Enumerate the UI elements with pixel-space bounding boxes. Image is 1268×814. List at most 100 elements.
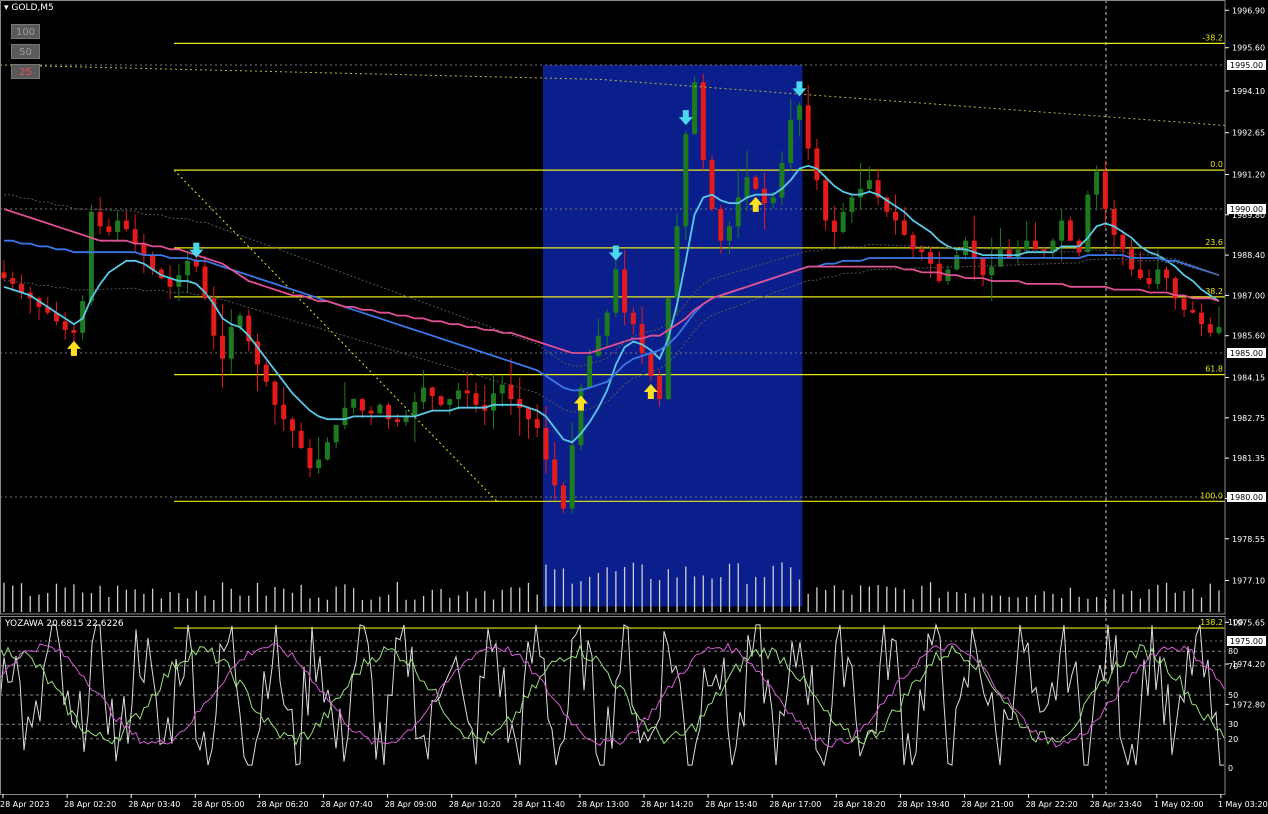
fib-label: 138.2: [1200, 618, 1223, 627]
symbol-label[interactable]: ▾ GOLD,M5: [4, 3, 54, 13]
tf-button-25[interactable]: 25: [11, 64, 40, 79]
candle-body: [456, 390, 462, 400]
price-tick-label: 1977.10: [1232, 577, 1265, 586]
candle-body: [517, 399, 523, 408]
candle-body: [753, 177, 759, 189]
time-tick-label: 28 Apr 03:40: [128, 800, 180, 809]
candle-body: [552, 459, 558, 486]
price-tick-label: 1988.40: [1232, 251, 1265, 260]
candle-body: [289, 419, 295, 431]
tf-button-100[interactable]: 100: [11, 24, 40, 39]
candle-body: [1181, 298, 1187, 310]
candle-body: [1006, 249, 1012, 258]
candle-body: [1164, 269, 1170, 279]
candle-body: [490, 393, 496, 411]
candle-body: [525, 407, 531, 420]
candle-body: [394, 419, 400, 423]
price-tick-label: 1996.90: [1232, 6, 1265, 15]
candle-body: [534, 419, 540, 428]
candle-body: [412, 401, 418, 417]
candle-body: [648, 353, 654, 377]
time-tick-label: 28 Apr 22:20: [1026, 800, 1078, 809]
indicator-tick-label: 50: [1228, 691, 1238, 700]
candle-body: [316, 459, 322, 469]
fib-label: 0.0: [1210, 160, 1223, 169]
candle-body: [220, 335, 226, 359]
candle-body: [1216, 327, 1222, 333]
candle-body: [1102, 171, 1108, 209]
candle-body: [237, 315, 243, 328]
candle-body: [1207, 324, 1213, 333]
price-box-label: 1975.00: [1230, 637, 1263, 646]
candle-body: [980, 257, 986, 276]
candle-body: [1146, 278, 1152, 284]
candle-body: [796, 105, 802, 120]
price-tick-label: 1984.15: [1232, 373, 1265, 382]
candle-body: [193, 260, 199, 267]
price-tick-label: 1974.20: [1232, 660, 1265, 669]
candle-body: [359, 399, 365, 411]
candle-body: [1111, 209, 1117, 235]
candle-body: [499, 384, 505, 394]
candle-body: [1067, 220, 1073, 241]
candle-body: [1085, 194, 1091, 253]
candle-body: [709, 160, 715, 209]
candle-body: [62, 321, 68, 330]
price-box-label: 1985.00: [1230, 349, 1263, 358]
time-tick-label: 28 Apr 11:40: [513, 800, 565, 809]
candle-body: [1024, 240, 1030, 250]
candle-body: [744, 177, 750, 198]
candle-body: [351, 399, 357, 408]
gold-m5-chart[interactable]: -38.20.023.638.261.8100.0138.2 100807050…: [0, 0, 1268, 814]
indicator-tick-label: 30: [1228, 720, 1238, 729]
candle-body: [333, 425, 339, 443]
triangle-down-icon: ▾: [4, 3, 9, 13]
candle-body: [622, 269, 628, 313]
price-box-label: 1995.00: [1230, 61, 1263, 70]
price-tick-label: 1972.80: [1232, 700, 1265, 709]
tf-button-50[interactable]: 50: [11, 44, 40, 59]
time-tick-label: 28 Apr 14:20: [641, 800, 693, 809]
candle-body: [595, 335, 601, 356]
candle-body: [447, 399, 453, 405]
candle-body: [272, 381, 278, 405]
candle-body: [1032, 240, 1038, 250]
candle-body: [263, 364, 269, 382]
candle-body: [866, 180, 872, 189]
price-tick-label: 1985.60: [1232, 332, 1265, 341]
candle-body: [849, 197, 855, 212]
time-tick-label: 28 Apr 17:00: [769, 800, 821, 809]
candle-body: [473, 393, 479, 405]
candle-body: [307, 448, 313, 469]
candle-body: [141, 243, 147, 256]
candle-body: [971, 240, 977, 258]
candle-body: [464, 390, 470, 394]
candle-body: [665, 298, 671, 400]
fib-label: 100.0: [1200, 491, 1223, 500]
time-tick-label: 28 Apr 02:20: [64, 800, 116, 809]
candle-body: [788, 119, 794, 163]
price-box-label: 1990.00: [1230, 205, 1263, 214]
price-tick-label: 1975.65: [1232, 618, 1265, 627]
indicator-tick-label: 0: [1228, 764, 1233, 773]
price-tick-label: 1992.65: [1232, 129, 1265, 138]
candle-body: [298, 430, 304, 449]
time-tick-label: 28 Apr 13:00: [577, 800, 629, 809]
time-tick-label: 28 Apr 21:00: [962, 800, 1014, 809]
candle-body: [587, 355, 593, 388]
candle-body: [115, 220, 121, 233]
time-tick-label: 28 Apr 19:40: [897, 800, 949, 809]
candle-body: [840, 211, 846, 233]
fib-label: 61.8: [1205, 365, 1223, 374]
candle-body: [97, 211, 103, 227]
price-tick-label: 1995.60: [1232, 44, 1265, 53]
indicator-label: YOZAWA 20.6815 22.6226: [5, 619, 124, 629]
candle-body: [657, 376, 663, 400]
candle-body: [377, 404, 383, 414]
highlight-box: [542, 65, 803, 607]
price-tick-label: 1978.55: [1232, 535, 1265, 544]
candle-body: [281, 404, 287, 420]
candle-body: [727, 226, 733, 241]
candle-body: [569, 445, 575, 509]
time-tick-label: 28 Apr 2023: [0, 800, 49, 809]
